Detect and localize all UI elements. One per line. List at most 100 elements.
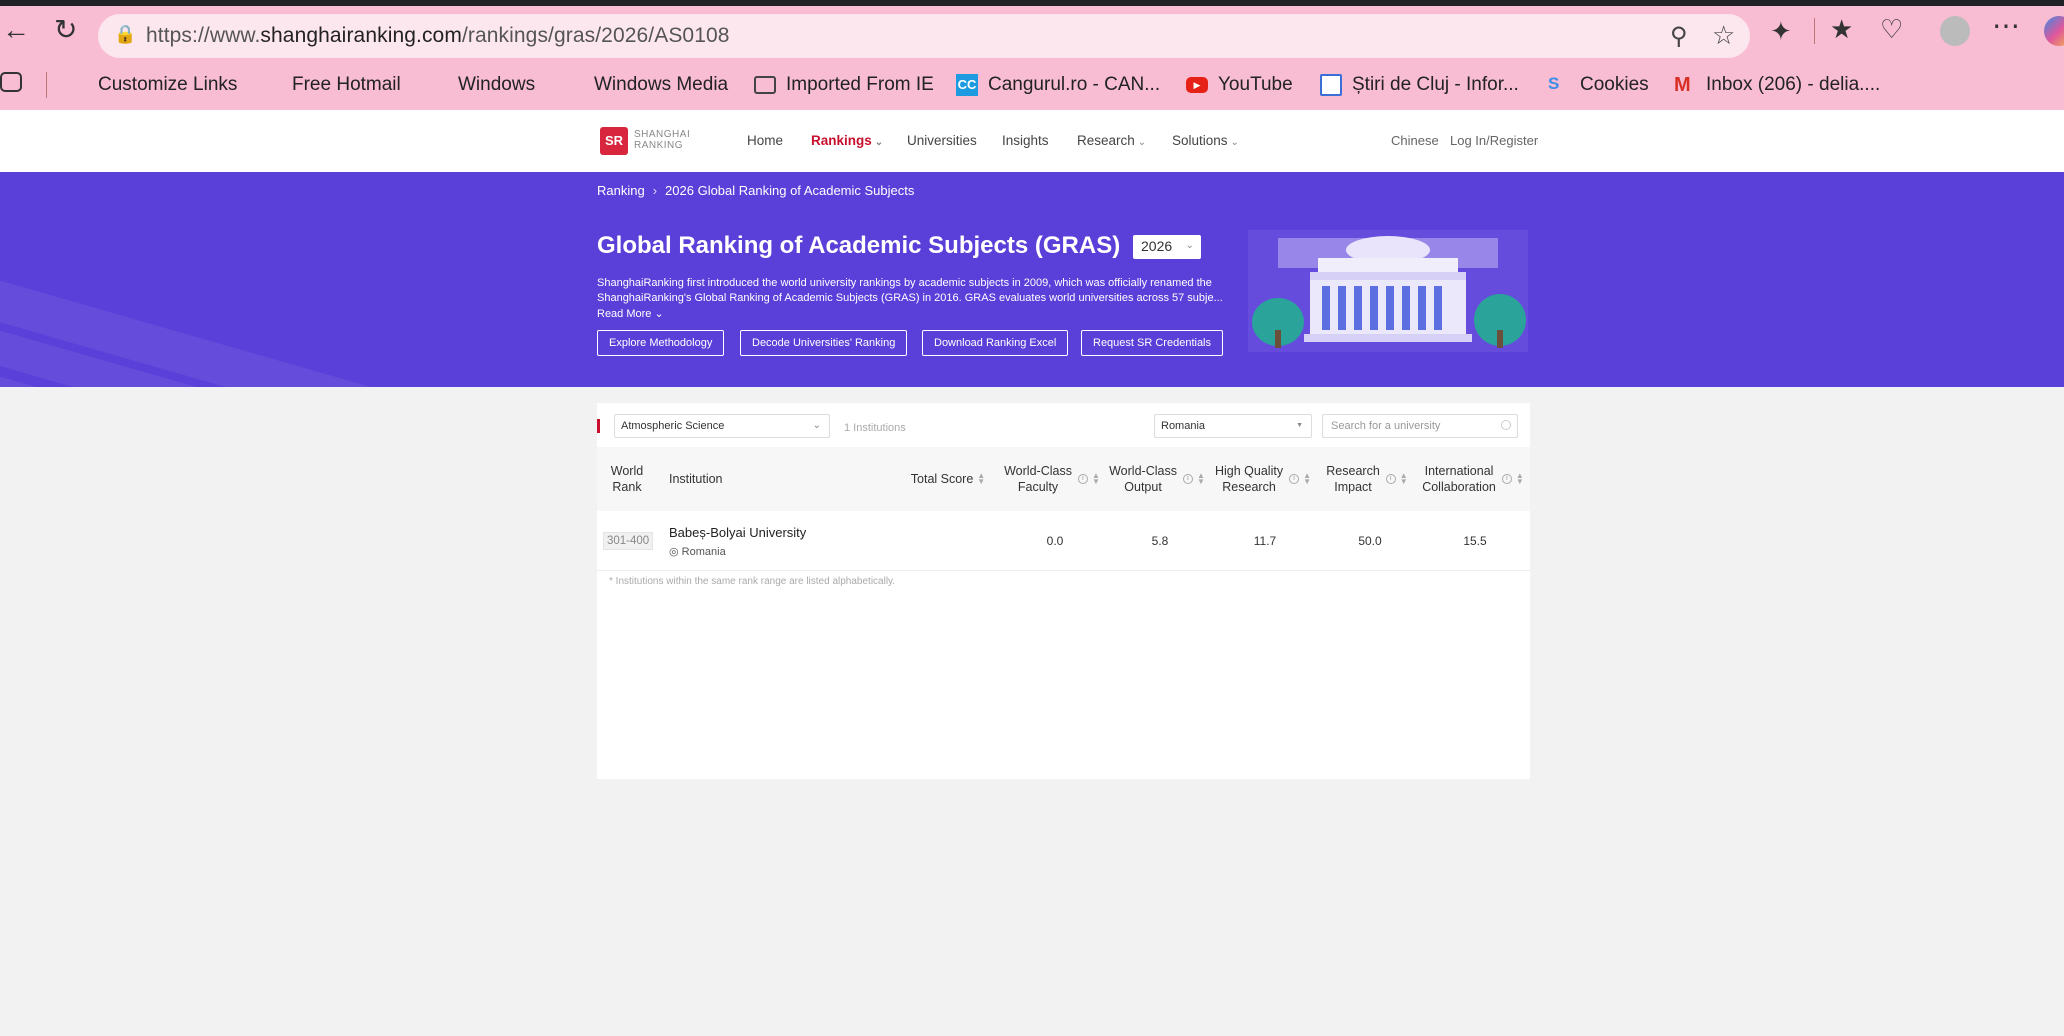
- zoom-out-icon[interactable]: ⚲: [1670, 22, 1688, 51]
- info-icon[interactable]: i: [1182, 474, 1193, 484]
- bookmark-label: Windows: [458, 74, 536, 95]
- bookmark-windows-media[interactable]: Windows Media: [562, 72, 728, 98]
- nav-universities[interactable]: Universities: [907, 133, 977, 148]
- bookmark-cookies[interactable]: S Cookies: [1548, 72, 1649, 98]
- copilot-icon[interactable]: [2044, 16, 2064, 46]
- bookmark-label: Cangurul.ro - CAN...: [988, 74, 1161, 95]
- info-icon[interactable]: i: [1077, 474, 1088, 484]
- country-select-value: Romania: [1161, 420, 1206, 432]
- shanghairanking-logo-icon[interactable]: SR: [600, 127, 628, 155]
- sort-icon[interactable]: ▲ ▼: [1303, 472, 1311, 486]
- breadcrumb-current: 2026 Global Ranking of Academic Subjects: [665, 183, 915, 198]
- sort-icon[interactable]: ▲ ▼: [1516, 472, 1524, 486]
- info-icon[interactable]: i: [1385, 474, 1396, 484]
- lock-icon[interactable]: 🔒: [114, 24, 136, 45]
- nav-solutions[interactable]: Solutions ⌄: [1172, 133, 1239, 148]
- subject-select[interactable]: Atmospheric Science ⌄: [614, 414, 830, 438]
- tab-actions-icon[interactable]: [0, 72, 22, 92]
- favorite-star-icon[interactable]: ☆: [1712, 20, 1735, 51]
- explore-methodology-button[interactable]: Explore Methodology: [597, 330, 725, 356]
- more-options-icon[interactable]: ⋯: [1992, 12, 2020, 40]
- address-bar[interactable]: 🔒 https://www.shanghairanking.com/rankin…: [98, 14, 1750, 58]
- nav-rankings[interactable]: Rankings ⌄: [811, 133, 883, 148]
- bookmark-label: Windows Media: [594, 74, 729, 95]
- year-select-value: 2026: [1141, 238, 1173, 254]
- breadcrumb-root[interactable]: Ranking: [597, 183, 645, 198]
- sort-icon[interactable]: ▲ ▼: [1400, 472, 1408, 486]
- browser-toolbar: ← ↻ 🔒 https://www.shanghairanking.com/ra…: [0, 6, 2064, 58]
- column-research-impact[interactable]: Research Impact i ▲ ▼: [1319, 447, 1415, 511]
- login-register-link[interactable]: Log In/Register: [1450, 133, 1538, 148]
- column-world-rank: World Rank: [597, 447, 657, 511]
- column-label: High Quality: [1214, 464, 1284, 478]
- bookmark-youtube[interactable]: ▶ YouTube: [1186, 72, 1293, 98]
- column-label: World: [610, 464, 644, 478]
- country-select[interactable]: Romania ▼: [1154, 414, 1312, 438]
- bookmark-cangurul[interactable]: CC Cangurul.ro - CAN...: [956, 72, 1160, 98]
- chevron-down-icon: ⌄: [654, 308, 664, 320]
- sort-icon[interactable]: ▲ ▼: [977, 472, 985, 486]
- url-domain: shanghairanking.com: [260, 24, 462, 47]
- extensions-icon[interactable]: ✦: [1770, 18, 1792, 44]
- university-search-input[interactable]: Search for a university: [1322, 414, 1518, 438]
- search-icon[interactable]: [1501, 420, 1511, 430]
- ranking-table-card: Atmospheric Science ⌄ 1 Institutions Rom…: [597, 403, 1530, 779]
- language-switch[interactable]: Chinese: [1391, 133, 1439, 148]
- sort-icon[interactable]: ▲ ▼: [1092, 472, 1100, 486]
- column-label: Faculty: [1017, 480, 1059, 494]
- chevron-down-icon: ⌄: [1230, 137, 1239, 148]
- decode-rankings-button[interactable]: Decode Universities' Ranking: [740, 330, 908, 356]
- institution-name-link[interactable]: Babeș-Bolyai University: [669, 525, 806, 540]
- column-label: Research: [1326, 464, 1380, 478]
- bookmark-customize-links[interactable]: Customize Links: [66, 72, 237, 98]
- bookmark-label: Customize Links: [98, 74, 238, 95]
- column-total-score[interactable]: Total Score ▲ ▼: [897, 447, 999, 511]
- info-icon[interactable]: i: [1501, 474, 1512, 484]
- column-label: Impact: [1334, 480, 1372, 494]
- cangurul-logo-icon: CC: [956, 74, 978, 96]
- table-header: World Rank Institution Total Score ▲ ▼ Worl…: [597, 447, 1530, 511]
- section-accent-bar: [597, 419, 600, 433]
- url-text: https://www.shanghairanking.com/rankings…: [146, 24, 730, 48]
- page-icon: [1320, 74, 1342, 96]
- back-arrow-icon[interactable]: ←: [2, 16, 30, 44]
- column-world-class-output[interactable]: World-Class Output i ▲ ▼: [1107, 447, 1207, 511]
- bookmark-inbox[interactable]: M Inbox (206) - delia....: [1674, 72, 1880, 98]
- column-institution: Institution: [669, 472, 723, 486]
- logo-wordmark[interactable]: SHANGHAI RANKING: [634, 129, 690, 151]
- browser-essentials-icon[interactable]: ♡: [1880, 16, 1903, 42]
- request-credentials-button[interactable]: Request SR Credentials: [1081, 330, 1224, 356]
- info-icon[interactable]: i: [1289, 474, 1300, 484]
- folder-icon: [754, 76, 776, 94]
- nav-insights[interactable]: Insights: [1002, 133, 1049, 148]
- reload-icon[interactable]: ↻: [54, 16, 77, 44]
- bookmark-label: Cookies: [1580, 74, 1649, 95]
- sort-icon[interactable]: ▲ ▼: [1197, 472, 1205, 486]
- bookmark-stiri-de-cluj[interactable]: Știri de Cluj - Infor...: [1320, 72, 1519, 98]
- profile-avatar-icon[interactable]: [1940, 16, 1970, 46]
- high-quality-research-value: 11.7: [1253, 534, 1277, 548]
- chevron-down-icon: ⌄: [1185, 240, 1194, 251]
- read-more-link[interactable]: Read More ⌄: [597, 307, 664, 320]
- alphabetical-footnote: * Institutions within the same rank rang…: [609, 576, 896, 587]
- download-excel-button[interactable]: Download Ranking Excel: [922, 330, 1069, 356]
- favorites-icon[interactable]: ★: [1830, 16, 1853, 42]
- search-placeholder: Search for a university: [1331, 420, 1441, 432]
- windows-logo-icon: [66, 74, 88, 96]
- nav-home[interactable]: Home: [747, 133, 783, 148]
- column-world-class-faculty[interactable]: World-Class Faculty i ▲ ▼: [1001, 447, 1103, 511]
- chevron-down-icon: ⌄: [812, 420, 821, 431]
- bookmark-label: Știri de Cluj - Infor...: [1352, 74, 1519, 95]
- bookmark-label: Inbox (206) - delia....: [1706, 74, 1881, 95]
- bookmark-free-hotmail[interactable]: Free Hotmail: [260, 72, 401, 98]
- bookmark-windows[interactable]: Windows: [426, 72, 535, 98]
- year-select[interactable]: 2026 ⌄: [1133, 235, 1201, 259]
- research-impact-value: 50.0: [1358, 534, 1382, 548]
- bookmark-label: Imported From IE: [786, 74, 934, 95]
- column-international-collaboration[interactable]: International Collaboration i ▲ ▼: [1419, 447, 1527, 511]
- nav-research[interactable]: Research ⌄: [1077, 133, 1146, 148]
- bookmark-imported-from-ie[interactable]: Imported From IE: [754, 72, 934, 98]
- country-label: Romania: [681, 546, 726, 558]
- column-high-quality-research[interactable]: High Quality Research i ▲ ▼: [1211, 447, 1315, 511]
- hero-banner: Ranking › 2026 Global Ranking of Academic …: [0, 172, 2064, 387]
